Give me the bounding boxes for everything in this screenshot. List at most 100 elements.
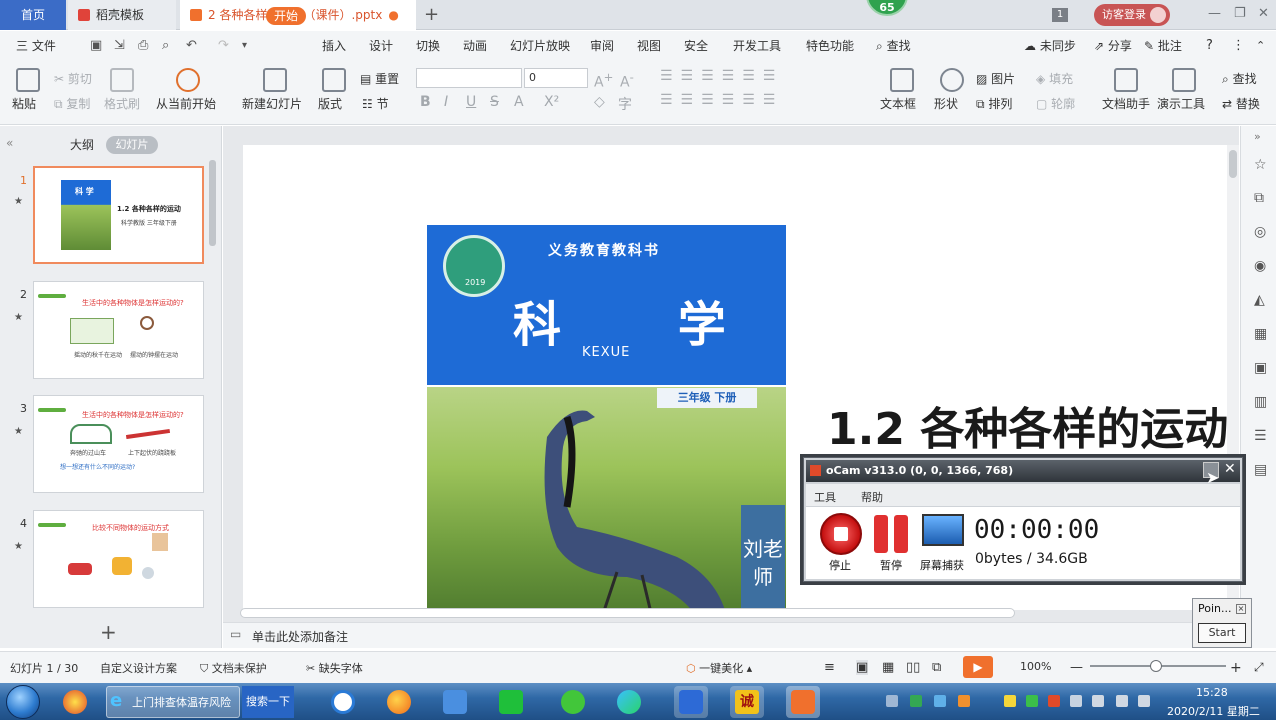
find-button[interactable]: ⌕ 查找 (1222, 70, 1257, 87)
preview-icon[interactable]: ⌕ (162, 31, 169, 61)
zoom-level[interactable]: 100% (1020, 660, 1051, 673)
pointer-close-icon[interactable]: × (1236, 604, 1246, 614)
shapes-icon[interactable]: ◎ (1254, 224, 1266, 240)
screen-capture-icon[interactable] (922, 514, 964, 546)
doc-helper-button[interactable]: 文档助手 (1102, 95, 1150, 112)
tray-antivirus-icon[interactable] (1048, 695, 1060, 707)
outline-tab[interactable]: 大纲 (70, 136, 94, 153)
canvas-horizontal-scrollbar[interactable] (240, 608, 1015, 618)
settings-sliders-icon[interactable]: ☰ (1254, 428, 1267, 444)
normal-view-icon[interactable]: ▣ (856, 660, 869, 675)
annotate-button[interactable]: ✎ 批注 (1144, 31, 1182, 61)
menu-insert[interactable]: 插入 (322, 31, 346, 61)
vertical-scroll-thumb[interactable] (1229, 150, 1237, 178)
strikethrough-icon[interactable]: S (490, 94, 499, 110)
customize-dropdown-icon[interactable]: ▾ (242, 31, 247, 61)
grow-font-icon[interactable]: A+ (594, 70, 613, 91)
phonetic-icon[interactable]: 字 (618, 94, 632, 114)
more-icon[interactable]: ⋮ (1232, 31, 1245, 61)
clear-format-icon[interactable]: ◇ (594, 94, 605, 110)
cut-button[interactable]: ✂ 剪切 (54, 70, 92, 87)
menu-design[interactable]: 设计 (369, 31, 393, 61)
menu-developer[interactable]: 开发工具 (733, 31, 781, 61)
print-icon[interactable]: ⎙ (138, 31, 148, 61)
missing-font[interactable]: ✂ 缺失字体 (306, 660, 363, 676)
taskbar-cheng-app[interactable]: 诚 (730, 686, 764, 718)
minimize-icon[interactable]: — (1208, 6, 1221, 21)
collapse-panel-icon[interactable]: « (6, 136, 13, 150)
tray-flag-icon[interactable] (1092, 695, 1104, 707)
layers-icon[interactable]: ▤ (1254, 462, 1267, 478)
slide-thumbnail-2[interactable]: 生活中的各种物体是怎样运动的? 摇动的秋千在运动 摆动的钟摆在运动 (33, 281, 204, 379)
login-button[interactable]: 访客登录 (1094, 4, 1170, 26)
menu-review[interactable]: 审阅 (590, 31, 614, 61)
taskbar-wps-present[interactable] (786, 686, 820, 718)
document-protection[interactable]: ⛉ 文档未保护 (200, 660, 267, 676)
fill-button[interactable]: ◈ 填充 (1036, 70, 1073, 87)
volume-icon[interactable] (1138, 695, 1150, 707)
fit-window-icon[interactable]: ⤢ (1254, 660, 1264, 675)
paste-button[interactable]: 粘贴 (12, 95, 36, 112)
pause-icon[interactable] (874, 515, 888, 553)
slide-title[interactable]: 1.2 各种各样的运动 (827, 393, 1228, 457)
pause-icon[interactable] (894, 515, 908, 553)
from-current-button[interactable]: 从当前开始 (156, 95, 216, 112)
taskbar-search-button[interactable]: 搜索一下 (242, 686, 294, 718)
ocam-close-icon[interactable]: ✕ (1224, 461, 1236, 477)
alignment-tools[interactable]: ☰☰☰☰☰☰ (660, 92, 783, 108)
design-scheme[interactable]: 自定义设计方案 (100, 660, 177, 676)
tab-close-dot-icon[interactable]: ● (388, 8, 398, 22)
font-size-select[interactable]: 0 (524, 68, 588, 88)
reset-button[interactable]: ▤ 重置 (360, 70, 399, 87)
font-color-icon[interactable]: A (514, 94, 524, 110)
taskbar-k-app[interactable] (326, 686, 360, 718)
italic-icon[interactable]: I (444, 94, 448, 110)
tray-shield-icon[interactable] (1004, 695, 1016, 707)
format-painter-button[interactable]: 格式刷 (104, 95, 140, 112)
bold-icon[interactable]: B (420, 94, 431, 110)
export-icon[interactable]: ⇲ (114, 31, 125, 61)
taskbar-iqiyi[interactable] (494, 686, 528, 718)
tray-game-icon[interactable] (958, 695, 970, 707)
tray-player-icon[interactable] (910, 695, 922, 707)
taskbar-feishu[interactable] (438, 686, 472, 718)
share-button[interactable]: ⇗ 分享 (1094, 31, 1132, 61)
location-icon[interactable]: ◉ (1254, 258, 1266, 274)
tray-cloud-icon[interactable] (934, 695, 946, 707)
presenter-view-icon[interactable]: ⧉ (932, 660, 941, 675)
outline-button[interactable]: ▢ 轮廓 (1036, 95, 1075, 112)
table-icon[interactable]: ▦ (1254, 326, 1267, 342)
notes-toggle-icon[interactable]: ≡ (824, 660, 835, 675)
clock-date[interactable]: 2020/2/11 星期二 (1167, 703, 1260, 719)
shrink-font-icon[interactable]: A- (620, 70, 634, 91)
window-count-badge[interactable]: 1 (1052, 8, 1068, 22)
shape-button[interactable]: 形状 (934, 95, 958, 112)
tab-home[interactable]: 首页 (0, 0, 66, 30)
menu-slideshow[interactable]: 幻灯片放映 (510, 31, 570, 61)
tray-plus-icon[interactable] (1026, 695, 1038, 707)
fill-bucket-icon[interactable]: ◭ (1254, 292, 1265, 308)
collapse-right-icon[interactable]: » (1254, 130, 1261, 143)
copy-style-icon[interactable]: ⧉ (1254, 190, 1264, 206)
star-icon[interactable]: ☆ (1254, 157, 1267, 173)
underline-icon[interactable]: U (466, 94, 476, 110)
save-icon[interactable]: ▣ (90, 31, 102, 61)
menu-animation[interactable]: 动画 (463, 31, 487, 61)
textbox-button[interactable]: 文本框 (880, 95, 916, 112)
ocam-title-bar[interactable]: oCam v313.0 (0, 0, 1366, 768) (806, 460, 1240, 482)
arrange-button[interactable]: ⧉ 排列 (976, 95, 1012, 112)
slides-tab[interactable]: 幻灯片 (106, 136, 158, 154)
windows-start-icon[interactable] (6, 685, 40, 719)
network-icon[interactable] (1116, 695, 1128, 707)
tray-bluetooth-icon[interactable] (1070, 695, 1082, 707)
restore-icon[interactable]: ❐ (1234, 6, 1246, 21)
ocam-menu-help[interactable]: 帮助 (861, 489, 883, 505)
taskbar-wps-writer[interactable] (674, 686, 708, 718)
sorter-view-icon[interactable]: ▦ (882, 660, 894, 675)
grid-icon[interactable]: ▣ (1254, 360, 1267, 376)
copy-button[interactable]: ⧉ 复制 (54, 95, 90, 112)
undo-icon[interactable]: ↶ (186, 31, 197, 61)
zoom-out-icon[interactable]: — (1070, 660, 1083, 675)
new-slide-button[interactable]: 新建幻灯片 (242, 95, 302, 112)
beautify-button[interactable]: ⬡ 一键美化 ▴ (686, 660, 752, 676)
